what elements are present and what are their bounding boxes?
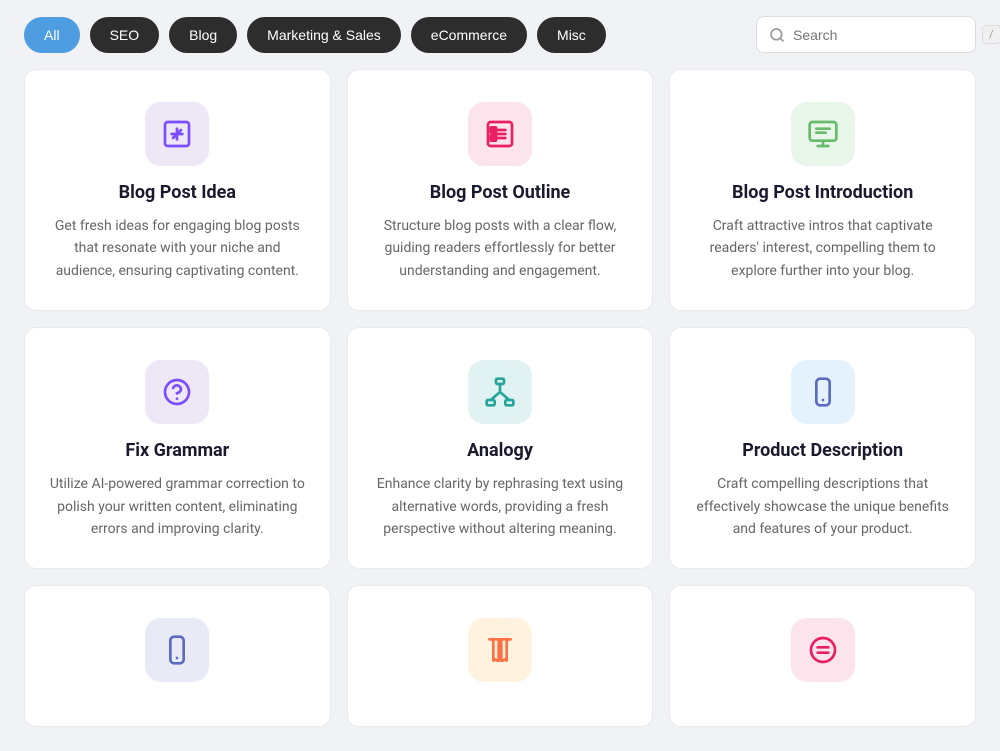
card-desc-blog-post-idea: Get fresh ideas for engaging blog posts … xyxy=(49,215,306,282)
filter-btn-marketing-&-sales[interactable]: Marketing & Sales xyxy=(247,17,401,53)
card-desc-blog-post-outline: Structure blog posts with a clear flow, … xyxy=(372,215,629,282)
card-icon-analogy xyxy=(468,360,532,424)
search-box[interactable]: / xyxy=(756,16,976,53)
card-card-partial-1[interactable] xyxy=(24,585,331,727)
card-desc-product-description: Craft compelling descriptions that effec… xyxy=(694,473,951,540)
filter-btn-blog[interactable]: Blog xyxy=(169,17,237,53)
cards-grid: Blog Post Idea Get fresh ideas for engagi… xyxy=(0,69,1000,751)
card-title-blog-post-introduction: Blog Post Introduction xyxy=(732,182,913,203)
card-title-product-description: Product Description xyxy=(742,440,903,461)
card-product-description[interactable]: Product Description Craft compelling desc… xyxy=(669,327,976,569)
card-icon-card-partial-2 xyxy=(468,618,532,682)
card-desc-blog-post-introduction: Craft attractive intros that captivate r… xyxy=(694,215,951,282)
card-desc-analogy: Enhance clarity by rephrasing text using… xyxy=(372,473,629,540)
card-icon-card-partial-3 xyxy=(791,618,855,682)
card-icon-blog-post-introduction xyxy=(791,102,855,166)
filter-buttons: All SEOBlog Marketing & Sales eCommerce Misc xyxy=(24,17,606,53)
card-title-fix-grammar: Fix Grammar xyxy=(125,440,229,461)
search-icon xyxy=(769,27,785,43)
filter-btn-seo[interactable]: SEO xyxy=(90,17,160,53)
card-icon-product-description xyxy=(791,360,855,424)
search-shortcut: / xyxy=(982,25,1000,44)
card-icon-blog-post-idea xyxy=(145,102,209,166)
card-icon-fix-grammar xyxy=(145,360,209,424)
card-icon-blog-post-outline xyxy=(468,102,532,166)
card-blog-post-outline[interactable]: Blog Post Outline Structure blog posts wi… xyxy=(347,69,654,311)
card-icon-card-partial-1 xyxy=(145,618,209,682)
card-blog-post-introduction[interactable]: Blog Post Introduction Craft attractive i… xyxy=(669,69,976,311)
card-card-partial-3[interactable] xyxy=(669,585,976,727)
card-title-blog-post-outline: Blog Post Outline xyxy=(430,182,571,203)
filter-btn-all[interactable]: All xyxy=(24,17,80,53)
search-input[interactable] xyxy=(793,27,974,43)
card-card-partial-2[interactable] xyxy=(347,585,654,727)
filter-btn-ecommerce[interactable]: eCommerce xyxy=(411,17,527,53)
card-title-analogy: Analogy xyxy=(467,440,533,461)
card-blog-post-idea[interactable]: Blog Post Idea Get fresh ideas for engagi… xyxy=(24,69,331,311)
top-bar: All SEOBlog Marketing & Sales eCommerce Misc… xyxy=(0,0,1000,69)
filter-btn-misc[interactable]: Misc xyxy=(537,17,606,53)
card-fix-grammar[interactable]: Fix Grammar Utilize AI-powered grammar co… xyxy=(24,327,331,569)
card-desc-fix-grammar: Utilize AI-powered grammar correction to… xyxy=(49,473,306,540)
card-title-blog-post-idea: Blog Post Idea xyxy=(119,182,236,203)
card-analogy[interactable]: Analogy Enhance clarity by rephrasing tex… xyxy=(347,327,654,569)
